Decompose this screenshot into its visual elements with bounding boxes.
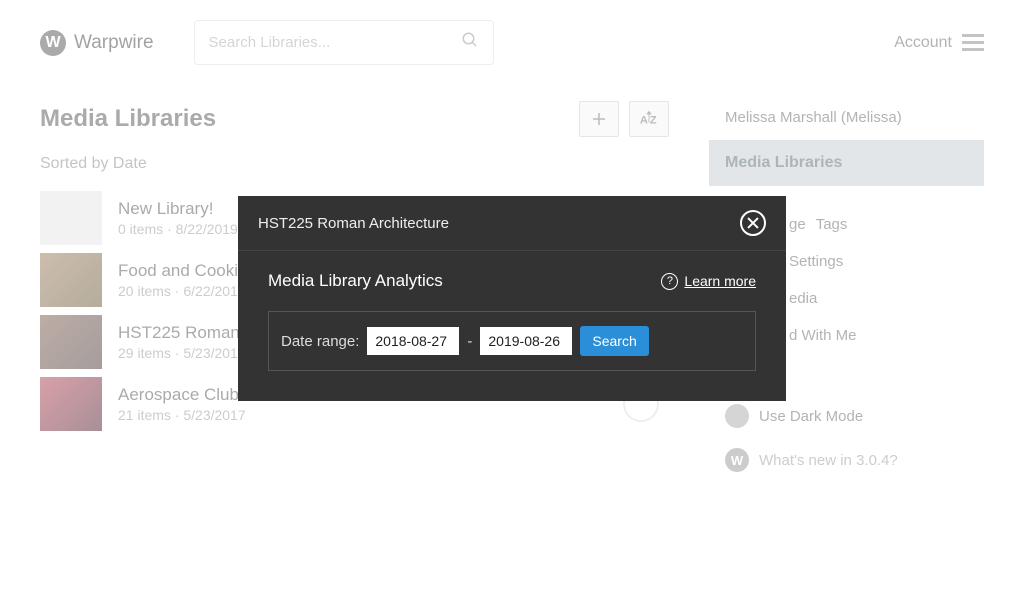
date-range-row: Date range: - Search <box>268 311 756 371</box>
learn-more[interactable]: ? Learn more <box>661 273 756 290</box>
modal-title: HST225 Roman Architecture <box>258 215 449 232</box>
modal-overlay: HST225 Roman Architecture Media Library … <box>0 0 1024 600</box>
date-range-label: Date range: <box>281 333 359 350</box>
date-from-input[interactable] <box>367 327 459 355</box>
help-icon: ? <box>661 273 678 290</box>
date-to-input[interactable] <box>480 327 572 355</box>
analytics-modal: HST225 Roman Architecture Media Library … <box>238 196 786 401</box>
modal-subtitle: Media Library Analytics <box>268 271 443 291</box>
learn-more-link[interactable]: Learn more <box>684 273 756 289</box>
date-range-dash: - <box>467 333 472 350</box>
search-button[interactable]: Search <box>580 326 648 356</box>
close-button[interactable] <box>740 210 766 236</box>
